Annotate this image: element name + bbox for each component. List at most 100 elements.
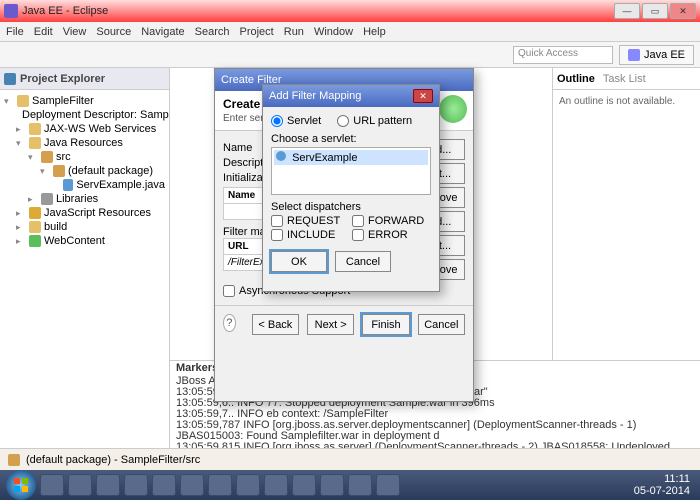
dispatcher-label: INCLUDE — [287, 229, 335, 241]
mapping-cancel-button[interactable]: Cancel — [335, 251, 391, 272]
tree-node[interactable]: ▸Libraries — [4, 192, 165, 206]
perspective-switcher[interactable]: Java EE — [619, 45, 694, 65]
node-label: JAX-WS Web Services — [44, 123, 156, 135]
taskbar-app-icon[interactable] — [376, 474, 400, 496]
ok-button[interactable]: OK — [271, 251, 327, 272]
async-checkbox[interactable] — [223, 285, 235, 297]
javaee-icon — [628, 49, 640, 61]
tree-node[interactable]: ▾(default package) — [4, 164, 165, 178]
status-text: (default package) - SampleFilter/src — [26, 454, 200, 466]
menu-source[interactable]: Source — [96, 26, 131, 38]
node-icon — [17, 95, 29, 107]
tree-node[interactable]: ▸build — [4, 220, 165, 234]
dispatcher-label: FORWARD — [368, 215, 424, 227]
window-titlebar: Java EE - Eclipse — ▭ ✕ — [0, 0, 700, 22]
project-explorer-icon — [4, 73, 16, 85]
project-explorer-header: Project Explorer — [0, 68, 169, 90]
menu-run[interactable]: Run — [284, 26, 304, 38]
menu-file[interactable]: File — [6, 26, 24, 38]
dispatcher-checkbox[interactable] — [271, 215, 283, 227]
tree-node[interactable]: ▾Java Resources — [4, 136, 165, 150]
servlet-list-item[interactable]: ServExample — [274, 150, 428, 165]
url-radio[interactable] — [337, 115, 349, 127]
taskbar-app-icon[interactable] — [208, 474, 232, 496]
servlet-item-icon — [276, 151, 286, 161]
tasklist-tab[interactable]: Task List — [603, 73, 646, 85]
dispatcher-option[interactable]: INCLUDE — [271, 229, 350, 241]
quick-access-input[interactable]: Quick Access — [513, 46, 613, 64]
tree-node[interactable]: ServExample.java — [4, 178, 165, 192]
add-mapping-title: Add Filter Mapping — [269, 90, 361, 102]
servlet-radio-label: Servlet — [287, 115, 321, 127]
tree-node[interactable]: ▸WebContent — [4, 234, 165, 248]
project-tree[interactable]: ▾SampleFilterDeployment Descriptor: Samp… — [0, 90, 169, 468]
node-label: Java Resources — [44, 137, 123, 149]
menu-edit[interactable]: Edit — [34, 26, 53, 38]
node-icon — [29, 221, 41, 233]
node-label: SampleFilter — [32, 95, 94, 107]
node-label: JavaScript Resources — [44, 207, 151, 219]
taskbar-app-icon[interactable] — [292, 474, 316, 496]
add-mapping-titlebar[interactable]: Add Filter Mapping ✕ — [263, 85, 439, 107]
taskbar-app-icon[interactable] — [96, 474, 120, 496]
taskbar-app-icon[interactable] — [320, 474, 344, 496]
node-icon — [29, 235, 41, 247]
project-explorer-view: Project Explorer ▾SampleFilterDeployment… — [0, 68, 170, 468]
taskbar-app-icon[interactable] — [236, 474, 260, 496]
tree-node[interactable]: ▾SampleFilter — [4, 94, 165, 108]
dispatcher-label: REQUEST — [287, 215, 340, 227]
taskbar-app-icon[interactable] — [348, 474, 372, 496]
menu-navigate[interactable]: Navigate — [141, 26, 184, 38]
dispatcher-option[interactable]: REQUEST — [271, 215, 350, 227]
node-icon — [63, 179, 73, 191]
taskbar-app-icon[interactable] — [180, 474, 204, 496]
back-button[interactable]: < Back — [252, 314, 299, 335]
start-button[interactable] — [6, 470, 36, 500]
console-line: 13:05:59,787 INFO [org.jboss.as.server.d… — [176, 420, 694, 442]
menu-window[interactable]: Window — [314, 26, 353, 38]
tree-node[interactable]: ▾src — [4, 150, 165, 164]
tree-node[interactable]: ▸JAX-WS Web Services — [4, 122, 165, 136]
servlet-listbox[interactable]: ServExample — [271, 147, 431, 195]
dispatcher-option[interactable]: ERROR — [352, 229, 431, 241]
menu-help[interactable]: Help — [363, 26, 386, 38]
node-label: src — [56, 151, 71, 163]
menu-project[interactable]: Project — [240, 26, 274, 38]
servlet-radio[interactable] — [271, 115, 283, 127]
cancel-button[interactable]: Cancel — [418, 314, 465, 335]
menu-view[interactable]: View — [63, 26, 87, 38]
node-icon — [53, 165, 65, 177]
package-icon — [8, 454, 20, 466]
node-icon — [41, 193, 53, 205]
dispatcher-option[interactable]: FORWARD — [352, 215, 431, 227]
windows-taskbar: 11:11 05-07-2014 — [0, 470, 700, 500]
taskbar-app-icon[interactable] — [124, 474, 148, 496]
tree-node[interactable]: ▸JavaScript Resources — [4, 206, 165, 220]
dispatcher-checkbox[interactable] — [352, 229, 364, 241]
servlet-item-label: ServExample — [292, 152, 357, 164]
system-tray[interactable]: 11:11 05-07-2014 — [634, 473, 694, 497]
dispatcher-checkbox[interactable] — [271, 229, 283, 241]
toolbar: Quick Access Java EE — [0, 42, 700, 68]
dispatcher-checkbox[interactable] — [352, 215, 364, 227]
minimize-button[interactable]: — — [614, 3, 640, 19]
wizard-button-row: ? < Back Next > Finish Cancel — [215, 305, 473, 343]
maximize-button[interactable]: ▭ — [642, 3, 668, 19]
dialog-close-button[interactable]: ✕ — [413, 89, 433, 103]
tree-node[interactable]: Deployment Descriptor: SampleFilter — [4, 108, 165, 122]
outline-tab[interactable]: Outline — [557, 73, 595, 85]
menu-search[interactable]: Search — [195, 26, 230, 38]
taskbar-app-icon[interactable] — [152, 474, 176, 496]
taskbar-app-icon[interactable] — [68, 474, 92, 496]
finish-button[interactable]: Finish — [362, 314, 409, 335]
taskbar-app-icon[interactable] — [40, 474, 64, 496]
node-icon — [29, 123, 41, 135]
node-icon — [29, 207, 41, 219]
window-title: Java EE - Eclipse — [22, 5, 108, 17]
help-button[interactable]: ? — [223, 314, 236, 332]
close-button[interactable]: ✕ — [670, 3, 696, 19]
taskbar-app-icon[interactable] — [264, 474, 288, 496]
next-button[interactable]: Next > — [307, 314, 354, 335]
project-explorer-title: Project Explorer — [20, 73, 105, 85]
url-radio-label: URL pattern — [353, 115, 412, 127]
